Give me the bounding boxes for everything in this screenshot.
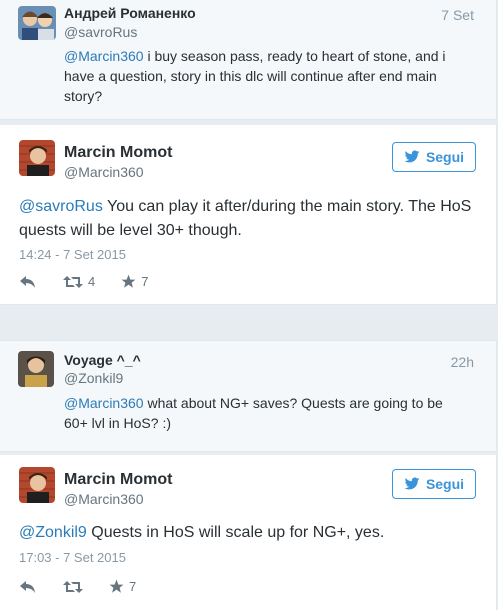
- favorite-count: 7: [129, 579, 137, 594]
- mention-link[interactable]: @savroRus: [19, 198, 103, 215]
- follow-label: Segui: [425, 149, 465, 165]
- tweet-text: @Marcin360 what about NG+ saves? Quests …: [64, 393, 484, 433]
- retweet-count: 4: [88, 274, 96, 289]
- tweet-actions: 7: [19, 579, 136, 594]
- author-name[interactable]: Андрей Романенко: [64, 5, 196, 21]
- favorite-count: 7: [141, 274, 149, 289]
- main-tweet-1: Marcin Momot @Marcin360 Segui @savroRus …: [0, 125, 497, 305]
- tweet-text: @Marcin360 i buy season pass, ready to h…: [64, 46, 484, 106]
- retweet-action[interactable]: 4: [63, 274, 95, 289]
- avatar[interactable]: [18, 351, 54, 387]
- retweet-icon: [63, 275, 83, 288]
- favorite-action[interactable]: 7: [121, 274, 148, 289]
- favorite-action[interactable]: 7: [109, 579, 136, 594]
- tweet-text-line1: i buy season pass, ready to heart of sto…: [143, 48, 446, 64]
- reply-tweet-1: Андрей Романенко @savroRus 7 Set @Marcin…: [0, 0, 497, 120]
- reply-icon: [20, 580, 35, 593]
- author-handle[interactable]: @savroRus: [64, 24, 137, 40]
- mention-link[interactable]: @Zonkil9: [19, 524, 87, 541]
- author-handle[interactable]: @Marcin360: [64, 491, 144, 507]
- author-name[interactable]: Marcin Momot: [64, 471, 172, 489]
- author-name[interactable]: Voyage ^_^: [64, 352, 141, 368]
- retweet-action[interactable]: [63, 580, 83, 594]
- tweet-timestamp[interactable]: 17:03 - 7 Set 2015: [19, 550, 126, 565]
- author-handle[interactable]: @Zonkil9: [64, 370, 123, 386]
- tweet-text-line2: quests will be level 30+ though.: [19, 222, 242, 239]
- tweet-text-line1: what about NG+ saves? Quests are going t…: [143, 395, 443, 411]
- tweet-text-line2: have a question, story in this dlc will …: [64, 68, 437, 84]
- tweet-actions: 4 7: [19, 274, 148, 289]
- tweet-text: @savroRus You can play it after/during t…: [19, 195, 489, 243]
- star-icon: [109, 579, 124, 593]
- tweet-time[interactable]: 7 Set: [441, 7, 474, 23]
- twitter-bird-icon: [404, 150, 420, 163]
- author-handle[interactable]: @Marcin360: [64, 164, 144, 180]
- follow-button[interactable]: Segui: [392, 142, 476, 172]
- mention-link[interactable]: @Marcin360: [64, 395, 144, 411]
- follow-button[interactable]: Segui: [392, 469, 476, 499]
- main-tweet-2: Marcin Momot @Marcin360 Segui @Zonkil9 Q…: [0, 455, 497, 610]
- follow-label: Segui: [425, 476, 465, 492]
- reply-action[interactable]: [19, 580, 37, 594]
- tweet-text: @Zonkil9 Quests in HoS will scale up for…: [19, 521, 489, 545]
- retweet-icon: [63, 580, 83, 593]
- avatar[interactable]: [19, 467, 55, 503]
- star-icon: [121, 274, 136, 288]
- reply-icon: [20, 275, 35, 288]
- tweet-text-line1: You can play it after/during the main st…: [102, 198, 472, 215]
- tweet-text-line3: story?: [64, 88, 103, 104]
- reply-action[interactable]: [19, 275, 37, 289]
- mention-link[interactable]: @Marcin360: [64, 48, 144, 64]
- tweet-time[interactable]: 22h: [451, 354, 474, 370]
- avatar[interactable]: [19, 140, 55, 176]
- tweet-timestamp[interactable]: 14:24 - 7 Set 2015: [19, 247, 126, 262]
- twitter-bird-icon: [404, 477, 420, 490]
- author-name[interactable]: Marcin Momot: [64, 144, 172, 162]
- tweet-text-line1: Quests in HoS will scale up for NG+, yes…: [86, 524, 385, 541]
- reply-tweet-2: Voyage ^_^ @Zonkil9 22h @Marcin360 what …: [0, 340, 497, 452]
- tweet-text-line2: 60+ lvl in HoS? :): [64, 415, 171, 431]
- avatar[interactable]: [18, 6, 56, 40]
